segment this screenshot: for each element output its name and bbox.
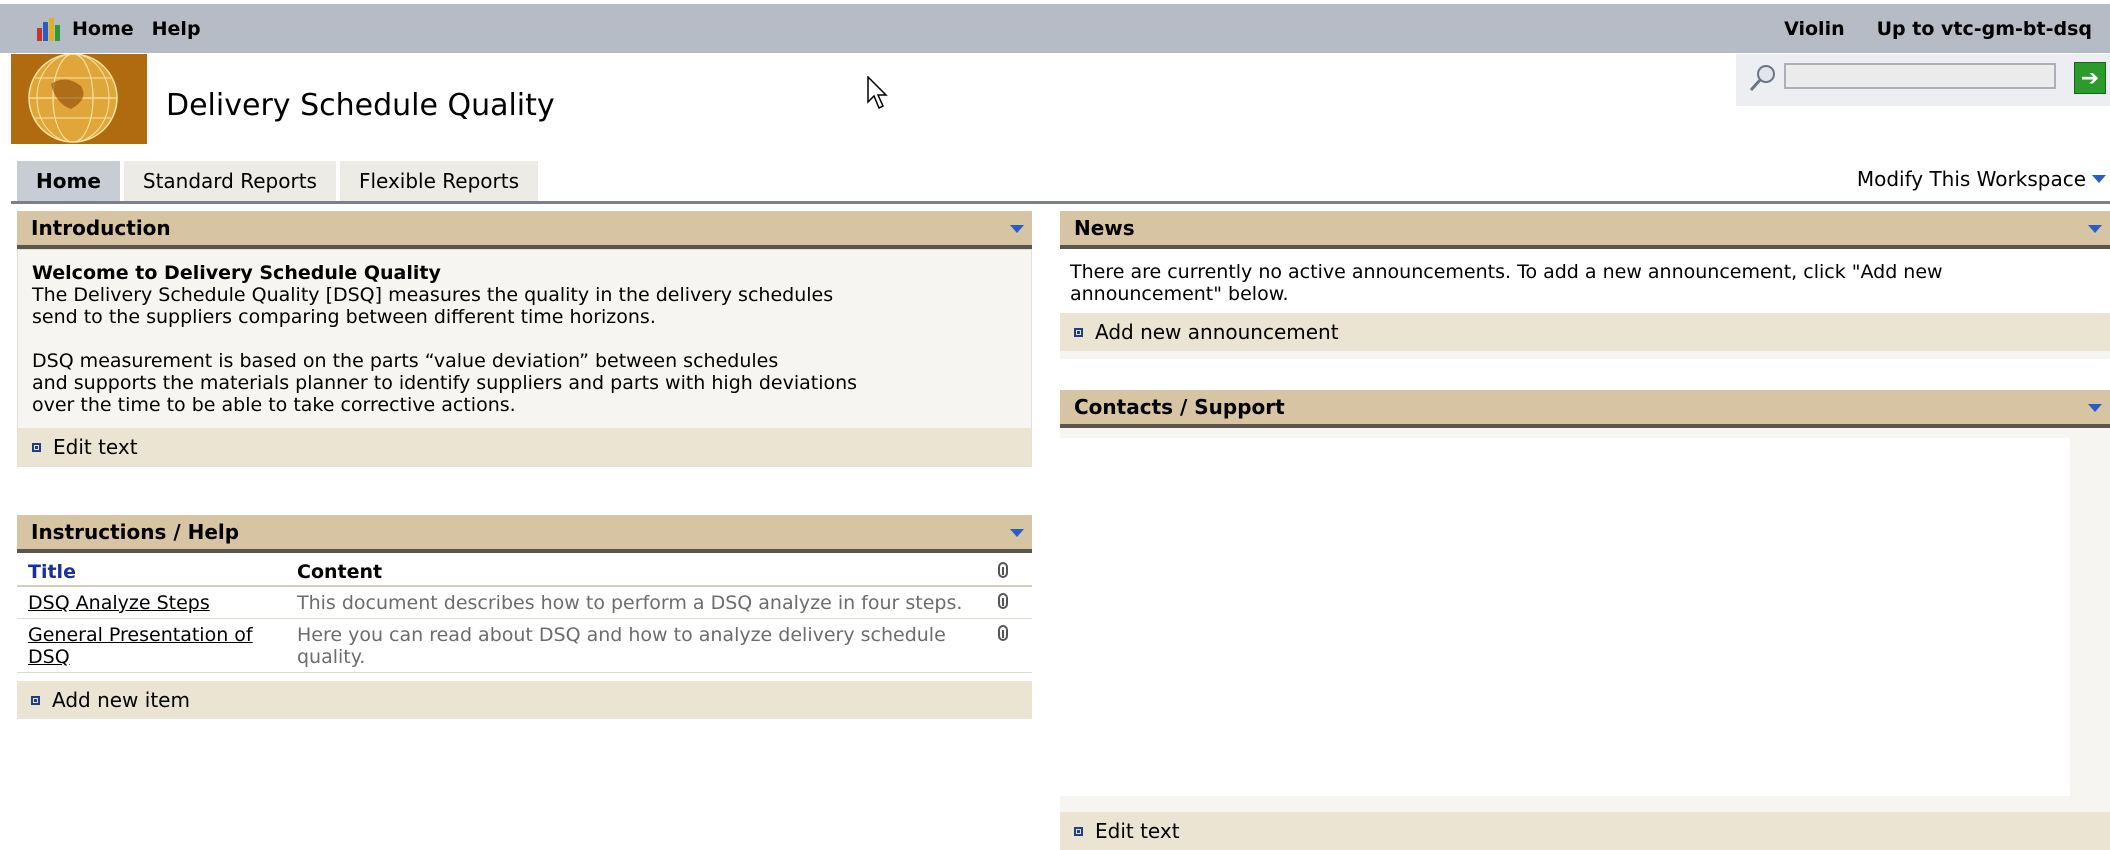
add-new-announcement-label: Add new announcement	[1095, 320, 1339, 344]
instructions-header-label: Instructions / Help	[31, 520, 240, 544]
panel-menu-icon[interactable]	[2088, 404, 2102, 412]
table-header-row: Title Content	[17, 553, 1032, 587]
tab-flexible-reports[interactable]: Flexible Reports	[339, 161, 538, 201]
intro-line: The Delivery Schedule Quality [DSQ] meas…	[32, 284, 834, 306]
welcome-heading: Welcome to Delivery Schedule Quality	[32, 262, 441, 284]
bullet-icon	[1074, 826, 1083, 836]
news-message: There are currently no active announceme…	[1070, 261, 1943, 305]
document-link[interactable]: DSQ Analyze Steps	[28, 592, 210, 614]
add-new-item-label: Add new item	[52, 688, 190, 712]
contacts-header: Contacts / Support	[1060, 390, 2110, 428]
search-input[interactable]	[1784, 63, 2056, 89]
top-right-links: Violin Up to vtc-gm-bt-dsq	[1752, 18, 2092, 40]
introduction-header-label: Introduction	[31, 216, 171, 240]
attachment-icon[interactable]	[998, 625, 1008, 641]
panel-menu-icon[interactable]	[2088, 225, 2102, 233]
contacts-content-area	[1060, 438, 2070, 796]
bullet-icon	[1074, 327, 1083, 337]
site-logo	[11, 53, 147, 144]
column-content: Content	[286, 553, 998, 587]
edit-text-link[interactable]: Edit text	[1060, 812, 2110, 850]
introduction-panel: Introduction Welcome to Delivery Schedul…	[17, 211, 1032, 467]
news-body: There are currently no active announceme…	[1060, 249, 2110, 359]
table-row: General Presentation of DSQ Here you can…	[17, 618, 1032, 673]
panel-menu-icon[interactable]	[1010, 225, 1024, 233]
contacts-header-label: Contacts / Support	[1074, 395, 1285, 419]
workspace-tabs: Home Standard Reports Flexible Reports	[17, 161, 542, 201]
contacts-panel: Contacts / Support Edit text	[1060, 390, 2110, 850]
news-header: News	[1060, 211, 2110, 249]
bullet-icon	[31, 695, 40, 705]
add-new-item-link[interactable]: Add new item	[17, 681, 1032, 719]
instructions-body: Title Content DSQ Analyze Steps This doc…	[17, 553, 1032, 719]
top-navigation-bar: Home Help Violin Up to vtc-gm-bt-dsq	[0, 4, 2110, 53]
intro-line: DSQ measurement is based on the parts “v…	[32, 350, 779, 372]
intro-line: and supports the materials planner to id…	[32, 372, 858, 394]
search-area: ➔	[1736, 54, 2110, 106]
document-description: This document describes how to perform a…	[286, 586, 998, 619]
modify-workspace-menu[interactable]: Modify This Workspace	[1857, 167, 2106, 191]
user-name-link[interactable]: Violin	[1784, 18, 1845, 40]
search-icon	[1748, 63, 1778, 98]
up-to-parent-link[interactable]: Up to vtc-gm-bt-dsq	[1877, 18, 2092, 40]
intro-line: over the time to be able to take correct…	[32, 394, 516, 416]
tab-home[interactable]: Home	[17, 161, 120, 201]
add-new-announcement-link[interactable]: Add new announcement	[1060, 313, 2110, 351]
arrow-right-icon: ➔	[2080, 65, 2100, 91]
tab-divider	[11, 201, 2110, 204]
workspace-app-icon[interactable]	[36, 16, 62, 42]
panel-menu-icon[interactable]	[1010, 529, 1024, 537]
column-title[interactable]: Title	[17, 553, 286, 587]
introduction-body: Welcome to Delivery Schedule Quality The…	[17, 249, 1032, 467]
instructions-header: Instructions / Help	[17, 515, 1032, 553]
news-header-label: News	[1074, 216, 1135, 240]
news-panel: News There are currently no active annou…	[1060, 211, 2110, 359]
document-description: Here you can read about DSQ and how to a…	[286, 618, 998, 673]
tab-standard-reports[interactable]: Standard Reports	[123, 161, 336, 201]
search-go-button[interactable]: ➔	[2074, 62, 2106, 94]
top-menu: Home Help	[36, 16, 219, 42]
menu-home[interactable]: Home	[72, 18, 134, 40]
menu-help[interactable]: Help	[152, 18, 201, 40]
introduction-header: Introduction	[17, 211, 1032, 249]
contacts-body: Edit text	[1060, 428, 2110, 850]
table-row: DSQ Analyze Steps This document describe…	[17, 586, 1032, 619]
attachment-icon	[998, 562, 1008, 578]
document-link[interactable]: General Presentation of DSQ	[28, 624, 253, 668]
bullet-icon	[32, 442, 41, 452]
edit-text-label: Edit text	[1095, 819, 1180, 843]
chevron-down-icon	[2092, 175, 2106, 183]
mouse-cursor-icon	[867, 75, 889, 115]
instructions-panel: Instructions / Help Title Content DSQ An…	[17, 515, 1032, 719]
edit-text-link[interactable]: Edit text	[18, 428, 1031, 466]
edit-text-label: Edit text	[53, 435, 138, 459]
attachment-icon[interactable]	[998, 593, 1008, 609]
page-title: Delivery Schedule Quality	[166, 88, 555, 123]
modify-workspace-label: Modify This Workspace	[1856, 167, 2086, 191]
documents-table: Title Content DSQ Analyze Steps This doc…	[17, 553, 1032, 673]
intro-line: send to the suppliers comparing between …	[32, 306, 656, 328]
